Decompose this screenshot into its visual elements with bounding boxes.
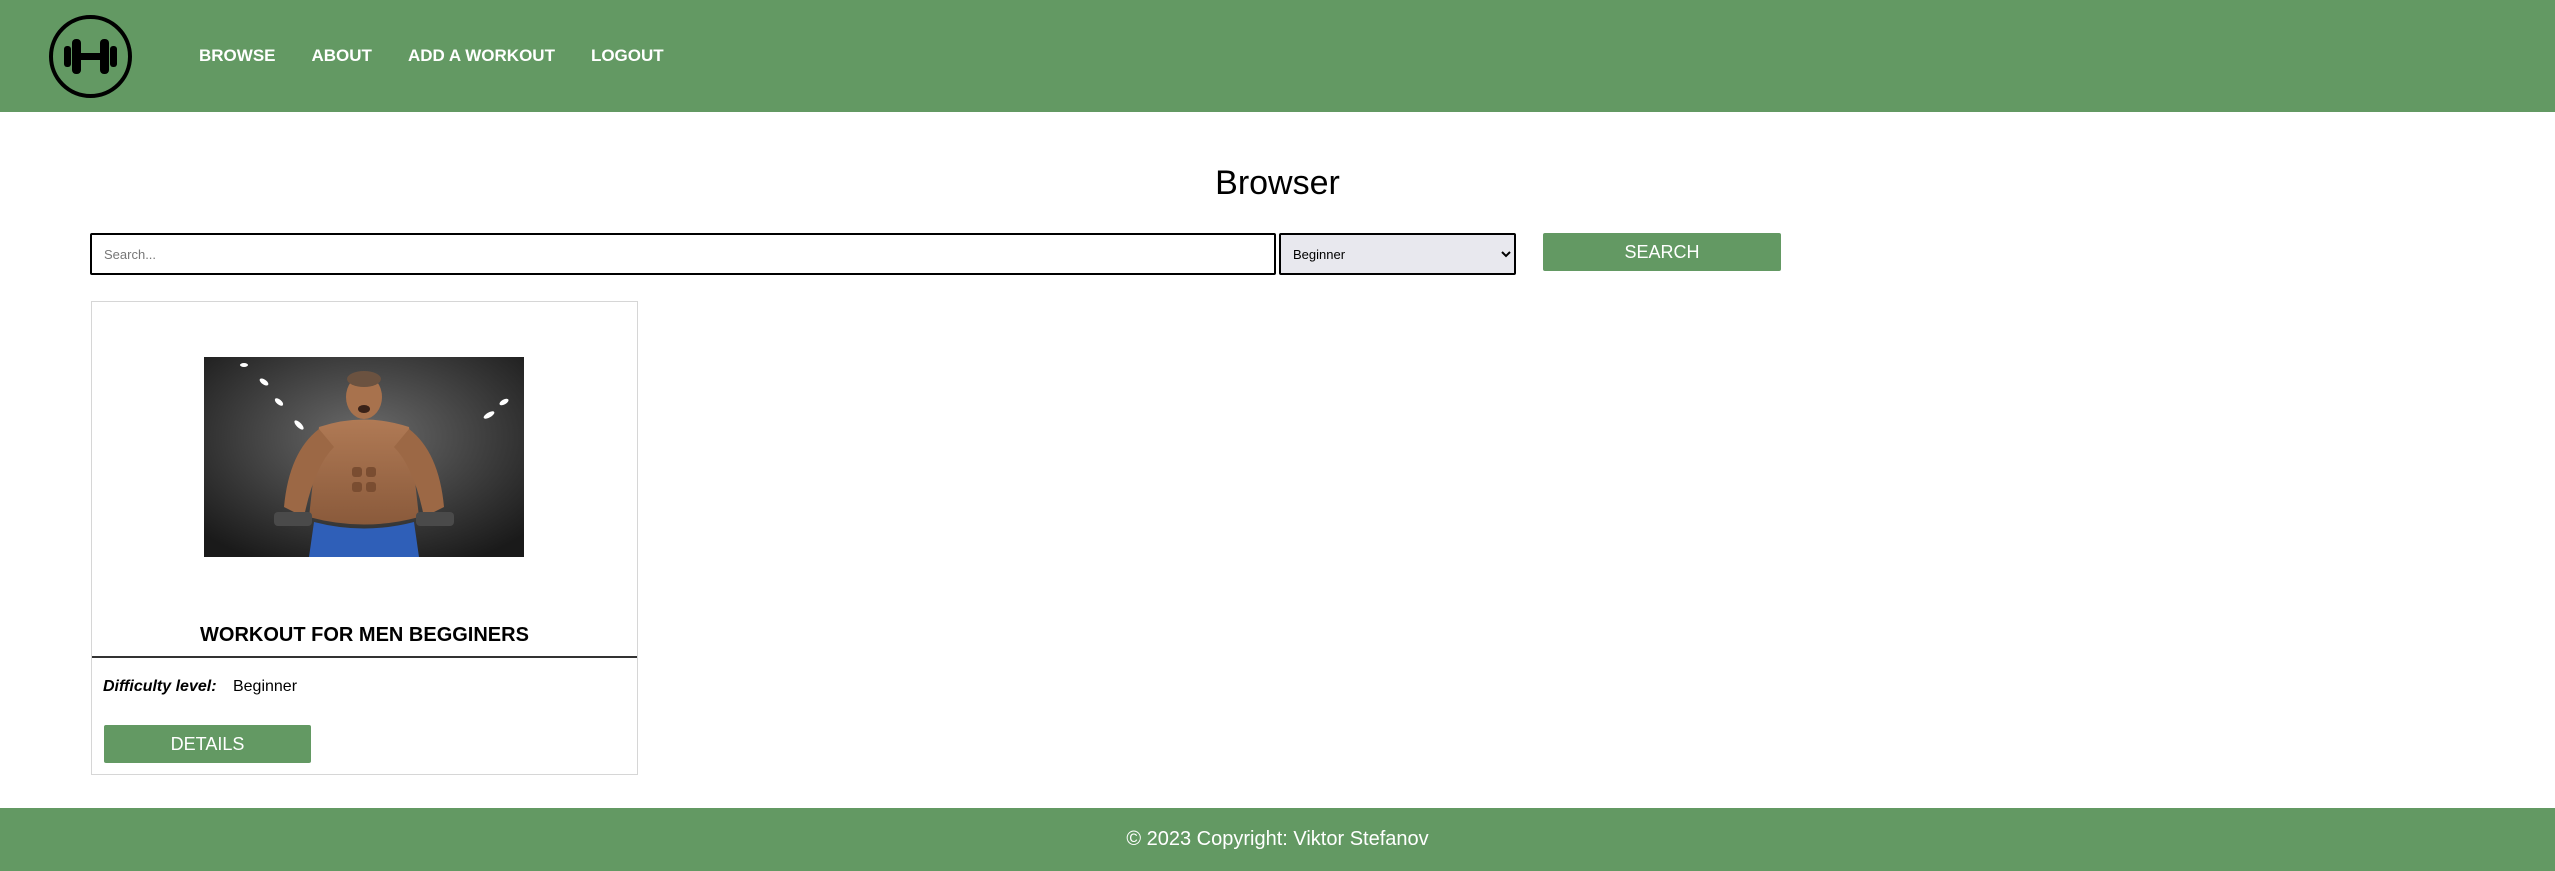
logo[interactable]: [49, 15, 132, 98]
card-divider: [92, 656, 637, 658]
workout-title: WORKOUT FOR MEN BEGGINERS: [200, 624, 529, 646]
difficulty-row: Difficulty level: Beginner: [103, 676, 297, 698]
copyright-text: © 2023 Copyright: Viktor Stefanov: [1126, 828, 1429, 850]
nav-about-link[interactable]: ABOUT: [312, 44, 372, 68]
nav-logout-link[interactable]: LOGOUT: [591, 44, 664, 68]
difficulty-select[interactable]: Beginner: [1279, 233, 1516, 275]
navbar: BROWSE ABOUT ADD A WORKOUT LOGOUT: [0, 0, 2555, 112]
footer: © 2023 Copyright: Viktor Stefanov: [0, 808, 2555, 871]
workout-photo: [204, 357, 524, 557]
search-input[interactable]: [90, 233, 1276, 275]
page-title: Browser: [1215, 164, 1340, 202]
difficulty-value: Beginner: [232, 678, 298, 695]
nav-browse-link[interactable]: BROWSE: [199, 44, 276, 68]
search-button[interactable]: SEARCH: [1543, 233, 1781, 271]
workout-image: [204, 357, 524, 557]
difficulty-label: Difficulty level:: [103, 678, 217, 695]
workout-card: WORKOUT FOR MEN BEGGINERS Difficulty lev…: [91, 301, 638, 775]
details-button[interactable]: DETAILS: [104, 725, 311, 763]
dumbbell-icon: [64, 39, 117, 74]
nav-add-workout-link[interactable]: ADD A WORKOUT: [408, 44, 555, 68]
main-nav: BROWSE ABOUT ADD A WORKOUT LOGOUT: [199, 44, 700, 68]
